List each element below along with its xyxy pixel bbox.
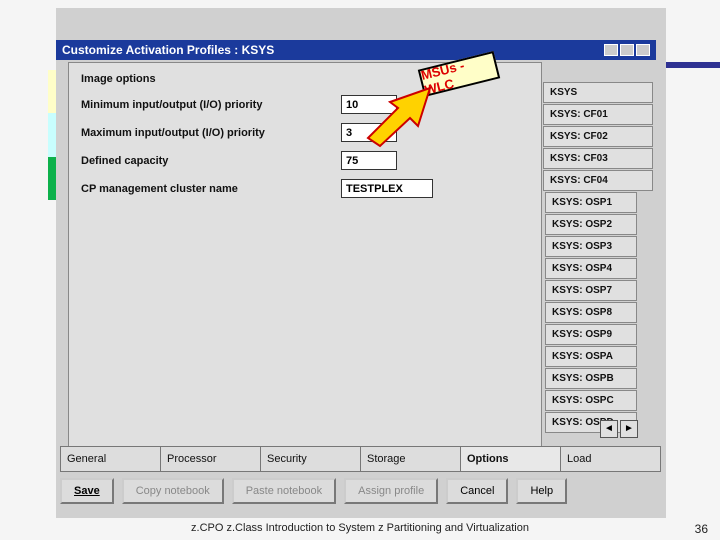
side-tab-ksys[interactable]: KSYS [543,82,653,103]
side-tab-ospb[interactable]: KSYS: OSPB [545,368,637,389]
side-tab-ospa[interactable]: KSYS: OSPA [545,346,637,367]
side-tab-osp8[interactable]: KSYS: OSP8 [545,302,637,323]
side-tab-osp7[interactable]: KSYS: OSP7 [545,280,637,301]
tab-load[interactable]: Load [560,446,661,472]
decorative-left-strip [48,70,56,200]
cancel-button[interactable]: Cancel [446,478,508,504]
scroll-right-button[interactable]: ► [620,420,638,438]
row-max-io: Maximum input/output (I/O) priority [81,123,529,142]
help-button[interactable]: Help [516,478,567,504]
footer-text: z.CPO z.Class Introduction to System z P… [0,522,720,534]
page-number: 36 [695,522,708,536]
min-io-input[interactable] [341,95,397,114]
window-title: Customize Activation Profiles : KSYS [62,43,274,57]
defined-capacity-input[interactable] [341,151,397,170]
row-min-io: Minimum input/output (I/O) priority [81,95,529,114]
window-controls [604,44,650,56]
max-io-label: Maximum input/output (I/O) priority [81,127,341,139]
side-tab-osp2[interactable]: KSYS: OSP2 [545,214,637,235]
tab-security[interactable]: Security [260,446,361,472]
side-tab-cf01[interactable]: KSYS: CF01 [543,104,653,125]
row-cluster-name: CP management cluster name [81,179,529,198]
side-tab-cf03[interactable]: KSYS: CF03 [543,148,653,169]
tab-general[interactable]: General [60,446,161,472]
side-tab-osp1[interactable]: KSYS: OSP1 [545,192,637,213]
max-io-input[interactable] [341,123,397,142]
side-tab-cf04[interactable]: KSYS: CF04 [543,170,653,191]
copy-notebook-button[interactable]: Copy notebook [122,478,224,504]
window-titlebar: Customize Activation Profiles : KSYS [56,40,656,60]
min-io-label: Minimum input/output (I/O) priority [81,99,341,111]
assign-profile-button[interactable]: Assign profile [344,478,438,504]
tab-options[interactable]: Options [460,446,561,472]
cluster-name-label: CP management cluster name [81,183,341,195]
image-options-panel: Image options Minimum input/output (I/O)… [68,62,542,467]
minimize-icon[interactable] [604,44,618,56]
side-tab-ospc[interactable]: KSYS: OSPC [545,390,637,411]
bottom-buttons: Save Copy notebook Paste notebook Assign… [60,478,660,504]
defined-capacity-label: Defined capacity [81,155,341,167]
row-defined-capacity: Defined capacity [81,151,529,170]
scroll-left-button[interactable]: ◄ [600,420,618,438]
side-tab-scroll: ◄ ► [600,420,640,438]
decorative-right-strip [666,62,720,68]
tab-processor[interactable]: Processor [160,446,261,472]
bottom-tabs: General Processor Security Storage Optio… [60,446,660,472]
profile-side-tabs: KSYS KSYS: CF01 KSYS: CF02 KSYS: CF03 KS… [543,82,653,433]
section-heading: Image options [81,73,529,85]
side-tab-osp3[interactable]: KSYS: OSP3 [545,236,637,257]
maximize-icon[interactable] [620,44,634,56]
side-tab-osp9[interactable]: KSYS: OSP9 [545,324,637,345]
cluster-name-input[interactable] [341,179,433,198]
tab-storage[interactable]: Storage [360,446,461,472]
paste-notebook-button[interactable]: Paste notebook [232,478,336,504]
close-icon[interactable] [636,44,650,56]
side-tab-cf02[interactable]: KSYS: CF02 [543,126,653,147]
save-button[interactable]: Save [60,478,114,504]
side-tab-osp4[interactable]: KSYS: OSP4 [545,258,637,279]
